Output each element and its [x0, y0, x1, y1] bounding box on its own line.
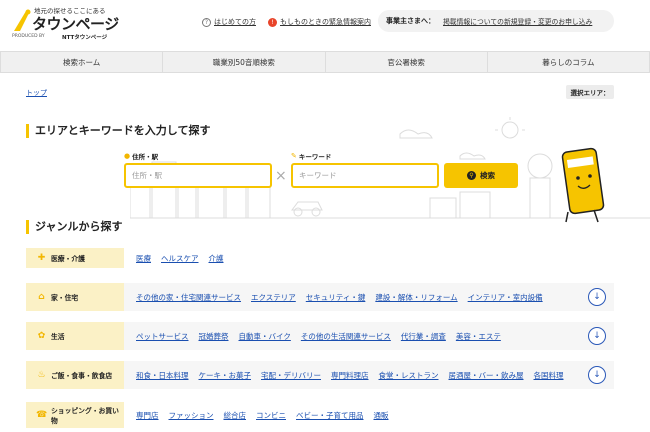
- genre-link[interactable]: その他の家・住宅関連サービス: [136, 292, 241, 303]
- genre-row-medical: ✚ 医療・介護 医療 ヘルスケア 介護: [26, 248, 614, 268]
- expand-button[interactable]: ↓: [588, 366, 606, 384]
- nav-living-column[interactable]: 暮らしのコラム: [488, 52, 650, 72]
- keyword-label-text: キーワード: [298, 153, 332, 161]
- genre-link[interactable]: 専門料理店: [331, 370, 369, 381]
- keyword-field-label: ✎ キーワード: [291, 151, 331, 161]
- search-button-label: 検索: [480, 171, 495, 180]
- genre-row-food: ♨ ご飯・食事・飲食店 和食・日本料理 ケーキ・お菓子 宅配・デリバリー 専門料…: [26, 361, 614, 389]
- genre-link[interactable]: 介護: [209, 253, 224, 264]
- arrow-down-icon: ↓: [593, 292, 601, 302]
- arrow-down-icon: ↓: [593, 331, 601, 341]
- genre-link[interactable]: コンビニ: [256, 410, 286, 421]
- question-icon: ?: [202, 17, 211, 27]
- genre-category-label: 家・住宅: [51, 294, 79, 302]
- genre-links: 和食・日本料理 ケーキ・お菓子 宅配・デリバリー 専門料理店 食堂・レストラン …: [124, 370, 614, 381]
- food-icon: ♨: [37, 370, 46, 380]
- genre-category-house: ⌂ 家・住宅: [26, 283, 124, 311]
- nav-government-search[interactable]: 官公署検索: [326, 52, 488, 72]
- genre-links: 専門店 ファッション 総合店 コンビニ ベビー・子育て用品 通販: [124, 410, 614, 421]
- business-box: 事業主さまへ： 掲載情報についての新規登録・変更のお申し込み: [378, 10, 614, 32]
- genre-link[interactable]: 総合店: [224, 410, 247, 421]
- genre-link[interactable]: ヘルスケア: [161, 253, 199, 264]
- emergency-info-link[interactable]: ! もしものときの緊急情報案内: [268, 17, 371, 27]
- nav-occupation-search[interactable]: 職業別50音順検索: [163, 52, 326, 72]
- nav-search-home[interactable]: 検索ホーム: [0, 52, 164, 72]
- genre-row-life: ✿ 生活 ペットサービス 冠婚葬祭 自動車・バイク その他の生活関連サービス 代…: [26, 322, 614, 350]
- genre-category-life: ✿ 生活: [26, 322, 124, 350]
- genre-links: 医療 ヘルスケア 介護: [124, 253, 614, 264]
- genre-category-shopping: ☎ ショッピング・お買い物: [26, 402, 124, 428]
- genre-row-shopping: ☎ ショッピング・お買い物 専門店 ファッション 総合店 コンビニ ベビー・子育…: [26, 402, 614, 428]
- genre-link[interactable]: 冠婚葬祭: [199, 331, 229, 342]
- area-field-label: ● 住所・駅: [124, 151, 158, 161]
- shopping-icon: ☎: [36, 410, 48, 420]
- genre-link[interactable]: 専門店: [136, 410, 159, 421]
- townpage-logo[interactable]: 地元の探せるここにある タウンページ PRODUCED BY NTTタウンページ: [10, 5, 130, 43]
- genre-link[interactable]: ペットサービス: [136, 331, 189, 342]
- emergency-info-label: もしものときの緊急情報案内: [280, 18, 371, 26]
- search-icon: ⚲: [467, 171, 476, 180]
- header: 地元の探せるここにある タウンページ PRODUCED BY NTTタウンページ…: [0, 0, 650, 46]
- genre-category-label: 医療・介護: [51, 255, 85, 263]
- genre-link[interactable]: 医療: [136, 253, 151, 264]
- life-icon: ✿: [37, 331, 46, 341]
- keyword-input[interactable]: キーワード: [291, 163, 439, 188]
- house-icon: ⌂: [38, 292, 45, 302]
- genre-link[interactable]: エクステリア: [251, 292, 296, 303]
- logo-brand: タウンページ: [32, 15, 119, 33]
- first-time-link[interactable]: ? はじめての方: [202, 17, 256, 27]
- logo-produced-by: PRODUCED BY: [12, 34, 45, 39]
- area-input[interactable]: 住所・駅: [124, 163, 272, 188]
- genre-link[interactable]: 各国料理: [534, 370, 564, 381]
- expand-button[interactable]: ↓: [588, 288, 606, 306]
- medical-icon: ✚: [37, 253, 46, 263]
- first-time-label: はじめての方: [214, 18, 256, 26]
- area-label-text: 住所・駅: [132, 153, 159, 161]
- genre-link[interactable]: ファッション: [169, 410, 214, 421]
- genre-category-medical: ✚ 医療・介護: [26, 248, 124, 268]
- genre-link[interactable]: 美容・エステ: [456, 331, 501, 342]
- genre-link[interactable]: 代行業・調査: [401, 331, 446, 342]
- breadcrumb-top[interactable]: トップ: [26, 88, 47, 98]
- genre-link[interactable]: 通販: [374, 410, 389, 421]
- genre-category-label: ご飯・食事・飲食店: [51, 372, 113, 380]
- times-icon: ×: [275, 168, 287, 184]
- genre-link[interactable]: ベビー・子育て用品: [296, 410, 364, 421]
- genre-category-food: ♨ ご飯・食事・飲食店: [26, 361, 124, 389]
- genre-link[interactable]: インテリア・室内設備: [468, 292, 543, 303]
- search-button[interactable]: ⚲ 検索: [444, 163, 518, 188]
- genre-row-house: ⌂ 家・住宅 その他の家・住宅関連サービス エクステリア セキュリティ・鍵 建設…: [26, 283, 614, 311]
- genre-link[interactable]: 宅配・デリバリー: [261, 370, 321, 381]
- genre-links: その他の家・住宅関連サービス エクステリア セキュリティ・鍵 建設・解体・リフォ…: [124, 292, 614, 303]
- genre-section-title: ジャンルから探す: [26, 220, 122, 234]
- alert-icon: !: [268, 17, 277, 27]
- genre-category-label: 生活: [51, 333, 65, 341]
- business-label: 事業主さまへ：: [386, 17, 435, 25]
- arrow-down-icon: ↓: [593, 370, 601, 380]
- pencil-icon: ✎: [291, 152, 297, 160]
- genre-link[interactable]: 居酒屋・バー・飲み屋: [449, 370, 524, 381]
- genre-links: ペットサービス 冠婚葬祭 自動車・バイク その他の生活関連サービス 代行業・調査…: [124, 331, 614, 342]
- main-nav: 検索ホーム 職業別50音順検索 官公署検索 暮らしのコラム: [0, 51, 650, 73]
- genre-link[interactable]: その他の生活関連サービス: [301, 331, 391, 342]
- genre-link[interactable]: セキュリティ・鍵: [306, 292, 366, 303]
- expand-button[interactable]: ↓: [588, 327, 606, 345]
- genre-category-label: ショッピング・お買い物: [51, 407, 119, 425]
- area-select-button[interactable]: 選択エリア：: [566, 85, 614, 99]
- search-section-title: エリアとキーワードを入力して探す: [26, 124, 210, 138]
- genre-link[interactable]: 和食・日本料理: [136, 370, 189, 381]
- genre-link[interactable]: ケーキ・お菓子: [199, 370, 252, 381]
- business-registration-link[interactable]: 掲載情報についての新規登録・変更のお申し込み: [443, 16, 592, 26]
- townpage-i-icon: [14, 9, 31, 31]
- genre-link[interactable]: 建設・解体・リフォーム: [375, 292, 457, 303]
- mascot-phone-icon: [561, 147, 605, 223]
- logo-ntt: NTTタウンページ: [62, 35, 108, 41]
- genre-link[interactable]: 食堂・レストラン: [379, 370, 439, 381]
- location-pin-icon: ●: [124, 152, 131, 160]
- genre-link[interactable]: 自動車・バイク: [239, 331, 291, 342]
